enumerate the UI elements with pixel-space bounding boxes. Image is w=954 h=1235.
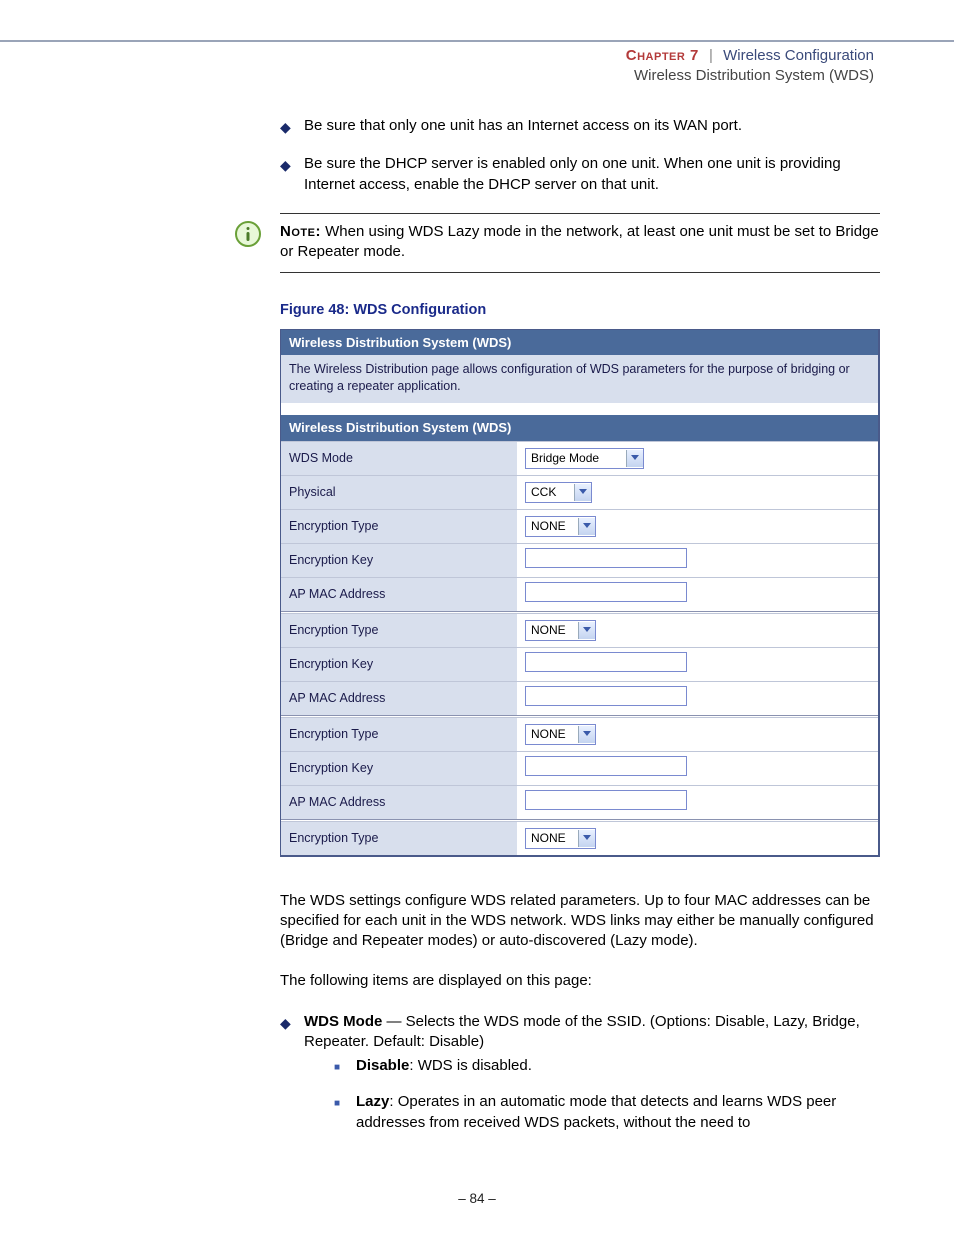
item-desc: — Selects the WDS mode of the SSID. (Opt… bbox=[304, 1013, 860, 1050]
field-label: Encryption Type bbox=[281, 821, 517, 855]
field-label: Encryption Type bbox=[281, 613, 517, 647]
header-rule bbox=[0, 40, 954, 42]
figure-description: The Wireless Distribution page allows co… bbox=[281, 355, 878, 415]
text-input[interactable] bbox=[525, 686, 687, 706]
select-dropdown[interactable]: Bridge Mode bbox=[525, 448, 644, 469]
select-dropdown[interactable]: NONE bbox=[525, 724, 596, 745]
field-value-cell bbox=[517, 785, 878, 819]
wds-config-table: WDS Mode Bridge Mode Physical CCK Encryption… bbox=[281, 441, 878, 855]
text-input[interactable] bbox=[525, 548, 687, 568]
square-bullet-icon: ■ bbox=[334, 1092, 356, 1133]
sub-item-desc: : Operates in an automatic mode that det… bbox=[356, 1093, 836, 1130]
chapter-label: Chapter 7 bbox=[626, 47, 699, 64]
diamond-bullet-icon: ◆ bbox=[280, 154, 304, 195]
select-value: NONE bbox=[526, 726, 578, 742]
field-value-cell bbox=[517, 543, 878, 577]
field-value-cell bbox=[517, 751, 878, 785]
list-item: ◆ Be sure the DHCP server is enabled onl… bbox=[280, 154, 880, 195]
select-dropdown[interactable]: CCK bbox=[525, 482, 592, 503]
page-header: Chapter 7 | Wireless Configuration Wirel… bbox=[626, 46, 874, 87]
sub-item-term: Disable bbox=[356, 1057, 409, 1074]
field-label: Encryption Key bbox=[281, 647, 517, 681]
section-title: Wireless Distribution System (WDS) bbox=[626, 66, 874, 86]
config-row: Encryption Key bbox=[281, 751, 878, 785]
field-label: Encryption Key bbox=[281, 543, 517, 577]
page-number: – 84 – bbox=[0, 1190, 954, 1208]
header-separator: | bbox=[709, 47, 713, 64]
field-label: Physical bbox=[281, 475, 517, 509]
config-row: Encryption Type NONE bbox=[281, 821, 878, 855]
config-row: AP MAC Address bbox=[281, 577, 878, 611]
chevron-down-icon bbox=[626, 450, 643, 467]
text-input[interactable] bbox=[525, 756, 687, 776]
figure-caption: Figure 48: WDS Configuration bbox=[280, 301, 880, 321]
select-value: NONE bbox=[526, 622, 578, 638]
note-block: Note: When using WDS Lazy mode in the ne… bbox=[280, 213, 880, 274]
field-value-cell: CCK bbox=[517, 475, 878, 509]
list-item: ◆ Be sure that only one unit has an Inte… bbox=[280, 116, 880, 136]
config-row: Encryption Key bbox=[281, 543, 878, 577]
select-value: CCK bbox=[526, 484, 574, 500]
field-label: AP MAC Address bbox=[281, 785, 517, 819]
field-label: AP MAC Address bbox=[281, 577, 517, 611]
field-label: WDS Mode bbox=[281, 441, 517, 475]
config-row: Physical CCK bbox=[281, 475, 878, 509]
square-bullet-icon: ■ bbox=[334, 1056, 356, 1076]
field-value-cell: NONE bbox=[517, 717, 878, 751]
figure-wds-config: Wireless Distribution System (WDS) The W… bbox=[280, 329, 880, 857]
chevron-down-icon bbox=[578, 726, 595, 743]
text-input[interactable] bbox=[525, 582, 687, 602]
config-row: WDS Mode Bridge Mode bbox=[281, 441, 878, 475]
diamond-bullet-icon: ◆ bbox=[280, 116, 304, 136]
config-row: Encryption Type NONE bbox=[281, 613, 878, 647]
sub-item-term: Lazy bbox=[356, 1093, 389, 1110]
paragraph: The WDS settings configure WDS related p… bbox=[280, 891, 880, 952]
field-value-cell bbox=[517, 577, 878, 611]
note-text: When using WDS Lazy mode in the network,… bbox=[280, 223, 879, 260]
select-value: NONE bbox=[526, 830, 578, 846]
config-row: Encryption Type NONE bbox=[281, 509, 878, 543]
field-value-cell bbox=[517, 681, 878, 715]
chevron-down-icon bbox=[578, 518, 595, 535]
sub-item-desc: : WDS is disabled. bbox=[409, 1057, 532, 1074]
config-row: Encryption Key bbox=[281, 647, 878, 681]
figure-titlebar: Wireless Distribution System (WDS) bbox=[281, 330, 878, 356]
select-dropdown[interactable]: NONE bbox=[525, 516, 596, 537]
sub-list-item: ■Lazy: Operates in an automatic mode tha… bbox=[334, 1092, 880, 1133]
field-value-cell: NONE bbox=[517, 613, 878, 647]
field-label: Encryption Type bbox=[281, 509, 517, 543]
bullet-text: Be sure that only one unit has an Intern… bbox=[304, 116, 880, 136]
chevron-down-icon bbox=[578, 830, 595, 847]
config-row: AP MAC Address bbox=[281, 785, 878, 819]
paragraph: The following items are displayed on thi… bbox=[280, 971, 880, 991]
select-value: Bridge Mode bbox=[526, 450, 626, 466]
figure-section-titlebar: Wireless Distribution System (WDS) bbox=[281, 415, 878, 441]
select-value: NONE bbox=[526, 518, 578, 534]
chevron-down-icon bbox=[574, 484, 591, 501]
select-dropdown[interactable]: NONE bbox=[525, 620, 596, 641]
config-row: AP MAC Address bbox=[281, 681, 878, 715]
info-icon bbox=[234, 220, 262, 248]
field-value-cell: Bridge Mode bbox=[517, 441, 878, 475]
field-value-cell: NONE bbox=[517, 821, 878, 855]
chevron-down-icon bbox=[578, 622, 595, 639]
config-row: Encryption Type NONE bbox=[281, 717, 878, 751]
item-term: WDS Mode bbox=[304, 1013, 382, 1030]
chapter-title: Wireless Configuration bbox=[723, 47, 874, 64]
field-value-cell bbox=[517, 647, 878, 681]
list-item: ◆ WDS Mode — Selects the WDS mode of the… bbox=[280, 1012, 880, 1149]
sub-list-item: ■Disable: WDS is disabled. bbox=[334, 1056, 880, 1076]
text-input[interactable] bbox=[525, 790, 687, 810]
field-label: Encryption Key bbox=[281, 751, 517, 785]
field-label: AP MAC Address bbox=[281, 681, 517, 715]
field-value-cell: NONE bbox=[517, 509, 878, 543]
note-label: Note: bbox=[280, 223, 321, 240]
post-figure-text: The WDS settings configure WDS related p… bbox=[280, 891, 880, 1149]
intro-bullet-list: ◆ Be sure that only one unit has an Inte… bbox=[280, 116, 880, 195]
diamond-bullet-icon: ◆ bbox=[280, 1012, 304, 1149]
field-label: Encryption Type bbox=[281, 717, 517, 751]
select-dropdown[interactable]: NONE bbox=[525, 828, 596, 849]
text-input[interactable] bbox=[525, 652, 687, 672]
bullet-text: Be sure the DHCP server is enabled only … bbox=[304, 154, 880, 195]
